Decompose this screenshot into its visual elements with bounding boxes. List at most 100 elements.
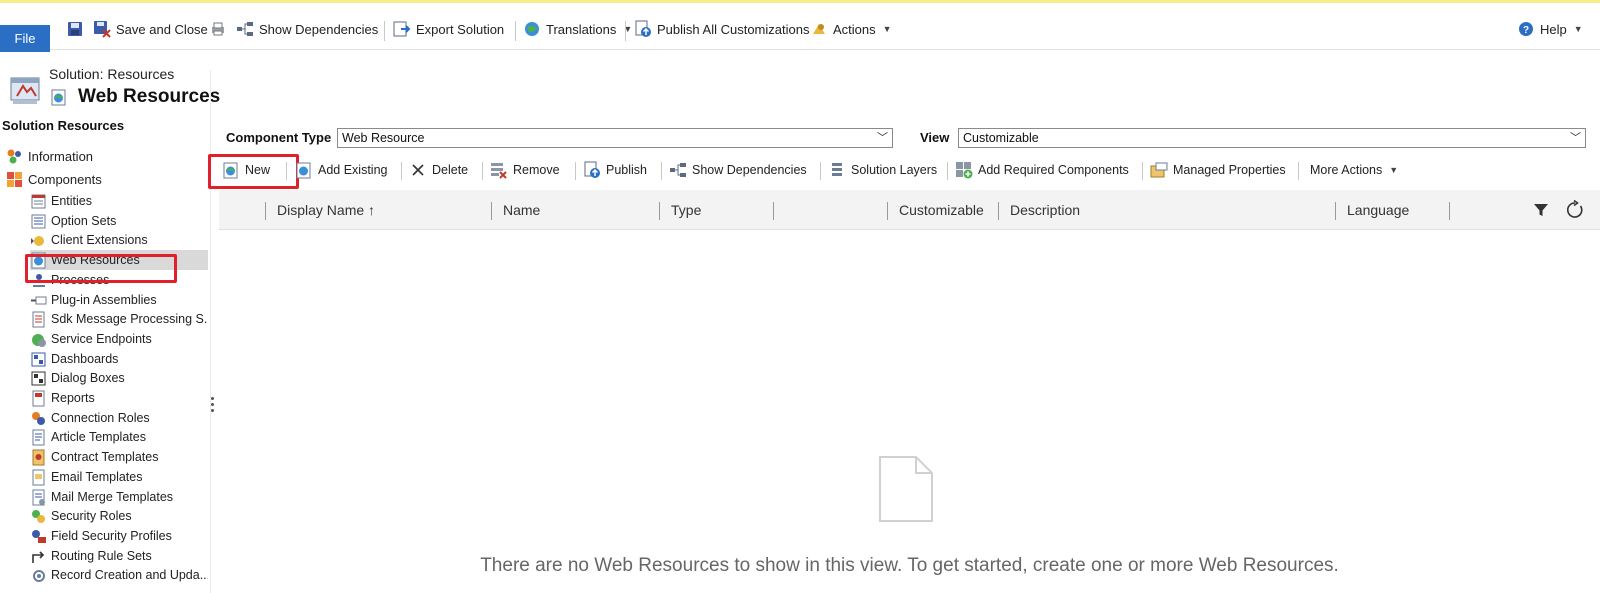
client-extensions-icon bbox=[30, 232, 47, 249]
save-and-close-button[interactable]: Save and Close bbox=[93, 17, 208, 41]
delete-label: Delete bbox=[432, 163, 469, 177]
nav-divider bbox=[210, 70, 211, 593]
refresh-icon[interactable] bbox=[1565, 190, 1585, 230]
sidebar-item-dashboards[interactable]: Dashboards bbox=[30, 349, 208, 369]
more-actions-button[interactable]: More Actions ▼ bbox=[1310, 159, 1398, 181]
sidebar-item-security-roles[interactable]: Security Roles bbox=[30, 506, 208, 526]
sidebar-item-email-templates[interactable]: Email Templates bbox=[30, 467, 208, 487]
web-resources-icon bbox=[30, 252, 47, 269]
column-language[interactable]: Language bbox=[1347, 190, 1409, 230]
toolbar-divider bbox=[820, 162, 821, 180]
add-required-components-button[interactable]: Add Required Components bbox=[955, 159, 1129, 181]
toolbar-divider bbox=[482, 162, 483, 180]
solution-caption: Solution: Resources bbox=[49, 66, 175, 82]
sidebar-item-label: Contract Templates bbox=[51, 450, 159, 464]
sidebar-item-client-extensions[interactable]: Client Extensions bbox=[30, 230, 208, 250]
contract-templates-icon bbox=[30, 449, 47, 466]
help-icon: ? bbox=[1517, 20, 1535, 38]
actions-menu-button[interactable]: Actions ▼ bbox=[810, 17, 892, 41]
publish-button[interactable]: Publish bbox=[583, 159, 647, 181]
column-customizable[interactable]: Customizable bbox=[899, 190, 984, 230]
sidebar-item-service-endpoints[interactable]: Service Endpoints bbox=[30, 329, 208, 349]
save-button[interactable] bbox=[66, 17, 84, 41]
toolbar-divider bbox=[947, 162, 948, 180]
save-and-close-label: Save and Close bbox=[116, 21, 208, 37]
sidebar-item-contract-templates[interactable]: Contract Templates bbox=[30, 447, 208, 467]
sidebar-item-field-security[interactable]: Field Security Profiles bbox=[30, 526, 208, 546]
chevron-down-icon: ▼ bbox=[1573, 24, 1583, 34]
add-existing-button[interactable]: Add Existing bbox=[295, 159, 387, 181]
sidebar-item-option-sets[interactable]: Option Sets bbox=[30, 211, 208, 231]
new-icon bbox=[222, 161, 240, 179]
empty-state-message: There are no Web Resources to show in th… bbox=[480, 555, 1339, 576]
sidebar-item-web-resources[interactable]: Web Resources bbox=[30, 250, 208, 270]
sidebar-item-sdk-message[interactable]: Sdk Message Processing S... bbox=[30, 309, 208, 329]
add-required-icon bbox=[955, 161, 973, 179]
sidebar-item-reports[interactable]: Reports bbox=[30, 388, 208, 408]
toolbar-divider bbox=[661, 162, 662, 180]
remove-label: Remove bbox=[513, 163, 560, 177]
save-icon bbox=[66, 20, 84, 38]
component-type-select[interactable]: Web Resource ﹀ bbox=[337, 128, 893, 148]
view-value: Customizable bbox=[963, 131, 1039, 145]
add-existing-icon bbox=[295, 161, 313, 179]
solution-layers-button[interactable]: Solution Layers bbox=[828, 159, 937, 181]
sidebar-item-dialog-boxes[interactable]: Dialog Boxes bbox=[30, 368, 208, 388]
show-dependencies-label: Show Dependencies bbox=[259, 21, 379, 37]
column-divider bbox=[887, 202, 888, 220]
sidebar-item-label: Dialog Boxes bbox=[51, 371, 125, 385]
column-type[interactable]: Type bbox=[671, 190, 701, 230]
managed-properties-button[interactable]: Managed Properties bbox=[1150, 159, 1286, 181]
reports-icon bbox=[30, 390, 47, 407]
publish-all-label: Publish All Customizations bbox=[657, 21, 810, 37]
help-button[interactable]: ? Help ▼ bbox=[1517, 17, 1583, 41]
sidebar-item-label: Email Templates bbox=[51, 470, 143, 484]
sidebar-item-processes[interactable]: Processes bbox=[30, 270, 208, 290]
remove-icon bbox=[490, 161, 508, 179]
sidebar-item-label: Routing Rule Sets bbox=[51, 549, 152, 563]
sidebar-item-routing-rule[interactable]: Routing Rule Sets bbox=[30, 546, 208, 566]
managed-properties-icon bbox=[1150, 161, 1168, 179]
column-divider bbox=[491, 202, 492, 220]
remove-button[interactable]: Remove bbox=[490, 159, 560, 181]
column-display-name[interactable]: Display Name ↑ bbox=[277, 190, 375, 230]
sidebar-item-label: Option Sets bbox=[51, 214, 117, 228]
sidebar-item-label: Client Extensions bbox=[51, 233, 148, 247]
show-dependencies-button[interactable]: Show Dependencies bbox=[236, 17, 378, 41]
new-button[interactable]: New bbox=[222, 159, 270, 181]
file-button[interactable]: File bbox=[0, 25, 50, 52]
column-description[interactable]: Description bbox=[1010, 190, 1080, 230]
delete-button[interactable]: Delete bbox=[409, 159, 468, 181]
sidebar-item-mail-merge-templates[interactable]: Mail Merge Templates bbox=[30, 487, 208, 507]
sidebar-item-label: Entities bbox=[51, 194, 92, 208]
sidebar-item-label: Security Roles bbox=[51, 509, 132, 523]
sidebar-item-information[interactable]: Information bbox=[6, 148, 93, 165]
sdk-message-icon bbox=[30, 311, 47, 328]
publish-icon bbox=[583, 161, 601, 179]
sidebar-item-entities[interactable]: Entities bbox=[30, 191, 208, 211]
actions-icon bbox=[810, 20, 828, 38]
sidebar-item-label: Components bbox=[28, 172, 102, 187]
sidebar-item-record-creation[interactable]: Record Creation and Upda... bbox=[30, 565, 208, 585]
translations-button[interactable]: Translations ▼ bbox=[523, 17, 632, 41]
add-required-label: Add Required Components bbox=[978, 163, 1129, 177]
connection-roles-icon bbox=[30, 410, 47, 427]
sidebar-item-label: Sdk Message Processing S... bbox=[51, 312, 208, 326]
sidebar-heading: Solution Resources bbox=[2, 118, 125, 133]
dependencies-icon bbox=[236, 20, 254, 38]
publish-all-button[interactable]: Publish All Customizations bbox=[634, 17, 809, 41]
sidebar-item-article-templates[interactable]: Article Templates bbox=[30, 427, 208, 447]
view-select[interactable]: Customizable ﹀ bbox=[958, 128, 1586, 148]
sidebar-item-label: Web Resources bbox=[51, 253, 140, 267]
sidebar-item-connection-roles[interactable]: Connection Roles bbox=[30, 408, 208, 428]
splitter-handle[interactable] bbox=[211, 397, 215, 419]
information-icon bbox=[6, 148, 23, 165]
print-button[interactable] bbox=[209, 17, 227, 41]
sidebar-item-plugin-assemblies[interactable]: Plug-in Assemblies bbox=[30, 290, 208, 310]
show-dependencies-action[interactable]: Show Dependencies bbox=[669, 159, 807, 181]
sidebar-item-label: Service Endpoints bbox=[51, 332, 152, 346]
export-solution-button[interactable]: Export Solution bbox=[393, 17, 504, 41]
column-name[interactable]: Name bbox=[503, 190, 540, 230]
sidebar-item-components[interactable]: Components bbox=[6, 171, 102, 188]
filter-icon[interactable] bbox=[1533, 190, 1549, 230]
